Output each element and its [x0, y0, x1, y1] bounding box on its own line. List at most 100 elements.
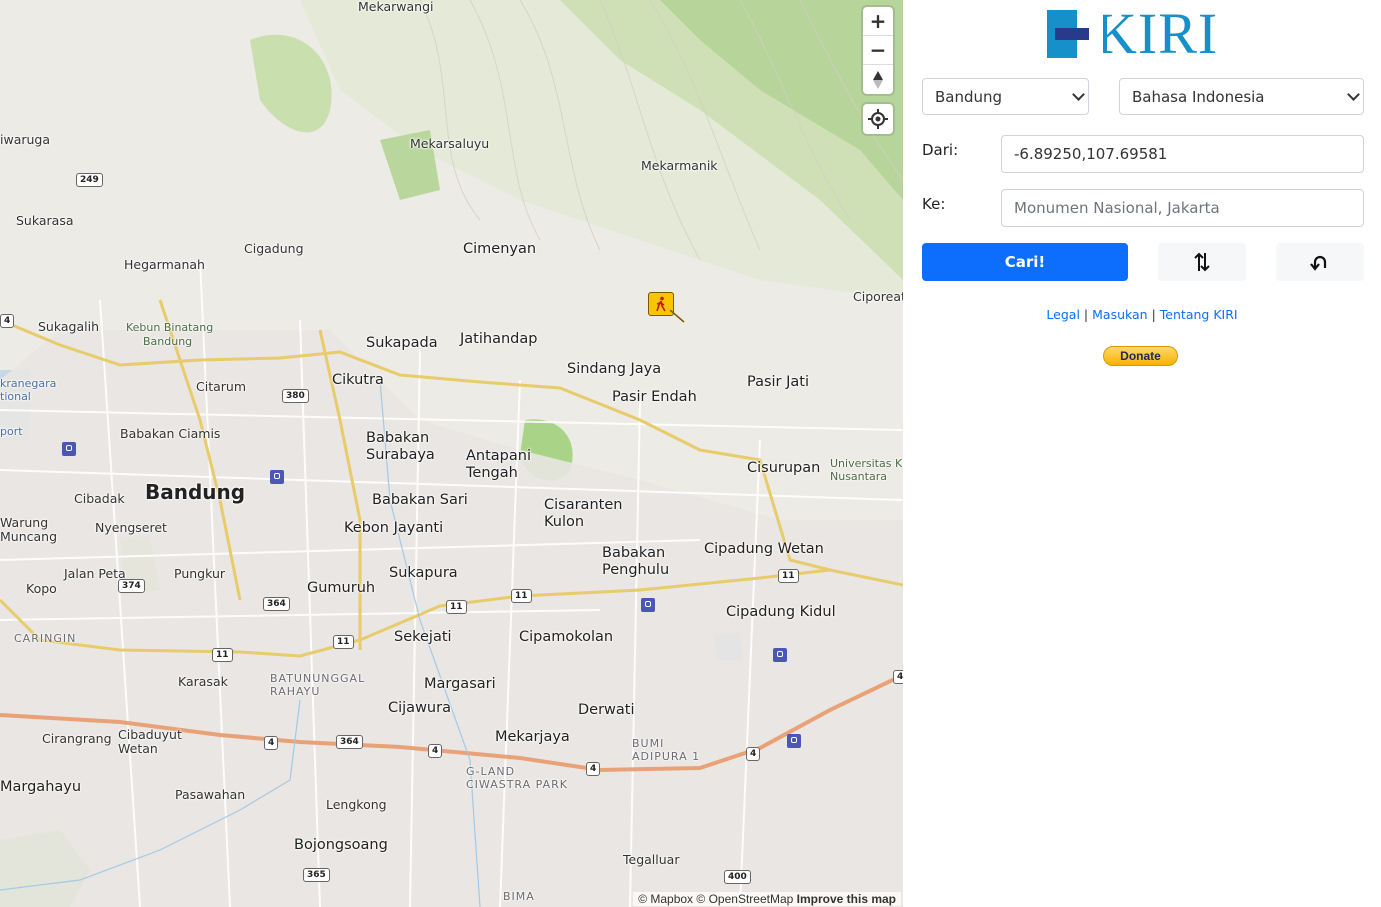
place-label-g-land: G-LAND CIWASTRA PARK [466, 765, 568, 791]
donate-button[interactable]: Donate [1103, 346, 1178, 366]
place-label-cikutra: Cikutra [332, 372, 384, 388]
place-label-sindang-jaya: Sindang Jaya [567, 361, 662, 377]
place-label-babakan-surabaya: Babakan Surabaya [366, 430, 435, 463]
place-label-lengkong: Lengkong [326, 797, 387, 812]
language-select[interactable]: Bahasa Indonesia [1119, 78, 1364, 115]
masukan-link[interactable]: Masukan [1092, 307, 1147, 322]
road-shield: 249 [76, 173, 103, 187]
place-label-babakan-ciamis: Babakan Ciamis [120, 426, 221, 441]
place-label-tegalluar: Tegalluar [623, 852, 680, 867]
place-label-cigadung: Cigadung [244, 241, 304, 256]
map-view[interactable]: Mekarwangi iwaruga Mekarsaluyu Mekarmanik Su… [0, 0, 903, 907]
search-button[interactable]: Cari! [922, 243, 1128, 281]
place-label-sukapura: Sukapura [389, 565, 458, 581]
kiri-logo-mark [1047, 10, 1103, 58]
place-label-kopo: Kopo [26, 581, 57, 596]
route-panel: KIRI Bandung Bahasa Indonesia Dari: Ke: … [903, 0, 1381, 907]
zoom-in-button[interactable]: + [863, 7, 893, 36]
osm-attribution-link[interactable]: © OpenStreetMap [696, 892, 793, 906]
from-input[interactable] [1001, 135, 1364, 173]
place-label-cirangrang: Cirangrang [42, 731, 112, 746]
road-shield: 380 [282, 389, 309, 403]
place-label-babakan-penghulu: Babakan Penghulu [602, 545, 670, 578]
zoom-controls: + − [863, 7, 893, 94]
place-label-cibaduyut-wetan: Cibaduyut Wetan [118, 727, 182, 757]
road-shield: 11 [333, 635, 354, 649]
train-station-icon [773, 648, 787, 662]
road-shield: 365 [303, 868, 330, 882]
place-label-bumi-adipura: BUMI ADIPURA 1 [632, 737, 701, 763]
pedestrian-icon [656, 296, 666, 312]
place-label-cimenyan: Cimenyan [463, 241, 537, 257]
place-label-pasawahan: Pasawahan [175, 787, 246, 802]
train-station-icon [62, 442, 76, 456]
place-label-bima: BIMA [503, 890, 535, 903]
swap-icon [1194, 252, 1210, 272]
place-label-warung-muncang: Warung Muncang [0, 515, 58, 545]
place-label-mekarmanik: Mekarmanik [641, 158, 718, 173]
place-label-cipadung-wetan: Cipadung Wetan [704, 541, 824, 557]
footer-links: Legal | Masukan | Tentang KIRI [903, 307, 1381, 322]
from-label: Dari: [922, 141, 959, 159]
reset-button[interactable] [1276, 243, 1364, 281]
place-label-sukarasa: Sukarasa [16, 213, 74, 228]
place-label-jatihandap: Jatihandap [460, 331, 538, 347]
place-label-pasir-jati: Pasir Jati [747, 374, 810, 390]
place-label-antapani-tengah: Antapani Tengah [466, 448, 531, 481]
tentang-link[interactable]: Tentang KIRI [1160, 307, 1238, 322]
place-label-gumuruh: Gumuruh [307, 580, 376, 596]
to-input[interactable] [1001, 189, 1364, 227]
legal-link[interactable]: Legal [1046, 307, 1080, 322]
place-label-margahayu: Margahayu [0, 779, 82, 795]
compass-button[interactable] [863, 65, 893, 94]
place-label-jalan-peta: Jalan Peta [64, 566, 126, 581]
train-station-icon [270, 470, 284, 484]
link-separator: | [1151, 307, 1156, 322]
compass-icon [873, 70, 883, 89]
locate-icon [868, 109, 888, 129]
place-label-cisaranten-kulon: Cisaranten Kulon [544, 497, 623, 530]
place-label-kebon-jayanti: Kebon Jayanti [344, 520, 444, 536]
place-label-mekarsaluyu: Mekarsaluyu [410, 136, 490, 151]
road-shield: 4 [893, 670, 903, 684]
place-label-karasak: Karasak [178, 674, 228, 689]
road-shield: 364 [263, 597, 290, 611]
place-label-derwati: Derwati [578, 702, 635, 718]
link-separator: | [1083, 307, 1089, 322]
road-shield: 11 [446, 600, 467, 614]
road-shield: 374 [118, 579, 145, 593]
undo-icon [1310, 255, 1327, 271]
marker-pointer [670, 310, 685, 323]
place-label-pungkur: Pungkur [174, 566, 226, 581]
road-shield: 4 [264, 736, 279, 750]
improve-map-link[interactable]: Improve this map [797, 892, 896, 906]
road-shield: 4 [746, 747, 761, 761]
place-label-kranegara: kranegara [0, 377, 57, 390]
place-label-ciporeat: Ciporeat [853, 289, 903, 304]
swap-button[interactable] [1158, 243, 1246, 281]
place-label-babakan-sari: Babakan Sari [372, 492, 468, 508]
city-select[interactable]: Bandung [922, 78, 1089, 115]
zoom-out-button[interactable]: − [863, 36, 893, 65]
place-label-cisurupan: Cisurupan [747, 460, 821, 476]
place-label-kebun-binatang-2: Bandung [143, 335, 193, 348]
to-label: Ke: [922, 195, 946, 213]
place-label-bojongsoang: Bojongsoang [294, 837, 388, 853]
place-label-margasari: Margasari [424, 676, 496, 692]
place-label-caringin: CARINGIN [14, 632, 77, 645]
place-label-port: port [0, 425, 23, 438]
place-label-hegarmanah: Hegarmanah [124, 257, 205, 272]
mapbox-attribution-link[interactable]: © Mapbox [638, 892, 693, 906]
place-label-iwaruga: iwaruga [0, 132, 51, 147]
road-shield: 364 [336, 735, 363, 749]
logo-text: KIRI [1095, 1, 1219, 66]
road-shield: 11 [511, 589, 532, 603]
place-label-citarum: Citarum [196, 379, 246, 394]
place-label-tional: tional [0, 390, 31, 403]
place-label-sekejati: Sekejati [394, 629, 452, 645]
geolocate-button[interactable] [863, 104, 893, 134]
road-shield: 11 [778, 569, 799, 583]
place-label-mekarjaya: Mekarjaya [495, 729, 570, 745]
place-label-nyengseret: Nyengseret [95, 520, 167, 535]
place-label-sukapada: Sukapada [366, 335, 438, 351]
